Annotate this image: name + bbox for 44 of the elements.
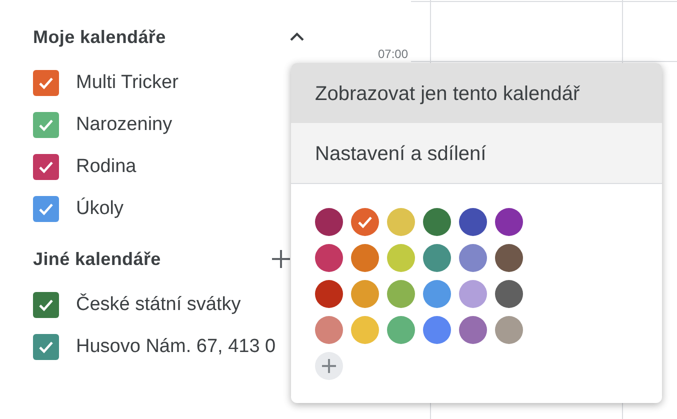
color-swatch[interactable] bbox=[423, 244, 451, 272]
color-swatch[interactable] bbox=[495, 316, 523, 344]
calendar-name: Rodina bbox=[76, 156, 136, 178]
color-swatch[interactable] bbox=[315, 316, 343, 344]
color-swatch[interactable] bbox=[387, 208, 415, 236]
calendar-checkbox[interactable] bbox=[33, 154, 59, 180]
time-label: 07:00 bbox=[378, 47, 408, 61]
color-swatch[interactable] bbox=[495, 280, 523, 308]
color-swatch[interactable] bbox=[423, 316, 451, 344]
calendar-checkbox[interactable] bbox=[33, 70, 59, 96]
color-swatch[interactable] bbox=[387, 316, 415, 344]
section-title: Jiné kalendáře bbox=[33, 248, 161, 270]
color-swatch[interactable] bbox=[423, 208, 451, 236]
calendar-name: Multi Tricker bbox=[76, 72, 178, 94]
calendar-name: České státní svátky bbox=[76, 294, 241, 316]
color-swatch[interactable] bbox=[351, 244, 379, 272]
section-title: Moje kalendáře bbox=[33, 26, 166, 48]
calendar-checkbox[interactable] bbox=[33, 334, 59, 360]
calendar-name: Narozeniny bbox=[76, 114, 172, 136]
color-swatch[interactable] bbox=[459, 280, 487, 308]
add-icon[interactable] bbox=[269, 247, 293, 271]
color-swatch[interactable] bbox=[495, 244, 523, 272]
color-swatch[interactable] bbox=[387, 280, 415, 308]
color-swatch[interactable] bbox=[459, 316, 487, 344]
calendar-checkbox[interactable] bbox=[33, 112, 59, 138]
color-swatch[interactable] bbox=[387, 244, 415, 272]
color-swatch[interactable] bbox=[315, 208, 343, 236]
calendar-name: Husovo Nám. 67, 413 0 bbox=[76, 336, 276, 358]
color-swatch[interactable] bbox=[459, 244, 487, 272]
color-swatch[interactable] bbox=[423, 280, 451, 308]
color-swatch[interactable] bbox=[315, 280, 343, 308]
menu-item[interactable]: Nastavení a sdílení bbox=[291, 123, 662, 183]
add-color-button[interactable] bbox=[315, 352, 343, 380]
menu-item[interactable]: Zobrazovat jen tento kalendář bbox=[291, 63, 662, 123]
calendar-checkbox[interactable] bbox=[33, 292, 59, 318]
color-swatch[interactable] bbox=[315, 244, 343, 272]
add-icon bbox=[321, 358, 337, 374]
color-swatch[interactable] bbox=[351, 280, 379, 308]
color-swatch[interactable] bbox=[351, 208, 379, 236]
color-swatch[interactable] bbox=[351, 316, 379, 344]
calendar-name: Úkoly bbox=[76, 198, 124, 220]
color-swatch[interactable] bbox=[459, 208, 487, 236]
color-swatch[interactable] bbox=[495, 208, 523, 236]
calendar-checkbox[interactable] bbox=[33, 196, 59, 222]
